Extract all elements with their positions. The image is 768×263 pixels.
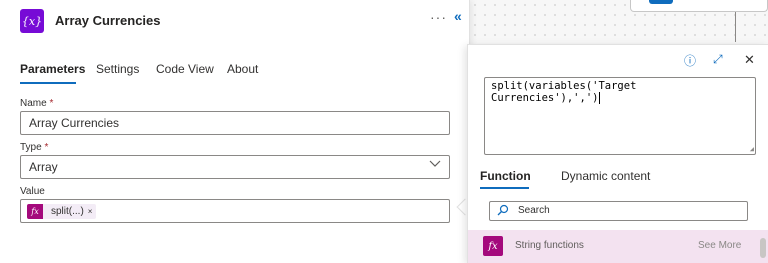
- variable-action-icon: {x}: [20, 9, 44, 33]
- expression-input[interactable]: split(variables('Target Currencies'),','…: [484, 77, 756, 155]
- value-field[interactable]: fx split(...) ×: [20, 199, 450, 223]
- tab-code-view[interactable]: Code View: [156, 62, 214, 76]
- expression-token[interactable]: fx split(...) ×: [27, 204, 97, 219]
- type-selected-value: Array: [29, 160, 58, 174]
- text-caret: [599, 92, 601, 104]
- active-tab-indicator: [20, 82, 76, 84]
- function-category-row[interactable]: fx String functions See More: [468, 230, 768, 263]
- type-label: Type *: [20, 142, 49, 153]
- tab-dynamic-content[interactable]: Dynamic content: [561, 169, 650, 183]
- canvas-action-card[interactable]: [630, 0, 768, 12]
- search-icon: [497, 204, 509, 219]
- function-category-label: String functions: [515, 240, 584, 251]
- value-label: Value: [20, 186, 45, 197]
- tab-settings[interactable]: Settings: [96, 62, 139, 76]
- expression-editor-popup: ⓘ ⤢ ✕ split(variables('Target Currencies…: [467, 44, 768, 263]
- name-field[interactable]: Array Currencies: [20, 111, 450, 135]
- flow-connector: [735, 12, 736, 42]
- close-icon[interactable]: ✕: [744, 52, 755, 68]
- remove-token-button[interactable]: ×: [88, 207, 97, 216]
- tab-parameters[interactable]: Parameters: [20, 62, 85, 76]
- string-function-icon: fx: [483, 236, 503, 256]
- chevron-down-icon: [429, 160, 441, 171]
- scrollbar-thumb[interactable]: [760, 238, 766, 258]
- collapse-panel-button[interactable]: «: [454, 8, 462, 24]
- active-popup-tab-indicator: [480, 187, 529, 189]
- see-more-link[interactable]: See More: [698, 240, 741, 251]
- token-label: split(...): [51, 206, 84, 217]
- tab-about[interactable]: About: [227, 62, 258, 76]
- function-search-input[interactable]: Search: [489, 201, 748, 221]
- type-dropdown[interactable]: Array: [20, 155, 450, 179]
- expression-text: split(variables('Target Currencies'),','…: [491, 80, 637, 104]
- expand-icon[interactable]: ⤢: [713, 52, 723, 67]
- action-properties-panel: {x} Array Currencies ··· « Parameters Se…: [0, 0, 470, 263]
- resize-handle-icon[interactable]: ◢: [750, 145, 754, 153]
- more-options-button[interactable]: ···: [430, 9, 447, 25]
- card-accent: [649, 0, 673, 4]
- search-placeholder: Search: [518, 205, 550, 216]
- function-icon: fx: [27, 204, 43, 219]
- info-icon[interactable]: ⓘ: [684, 52, 696, 69]
- name-label: Name *: [20, 98, 54, 109]
- tab-function[interactable]: Function: [480, 169, 531, 183]
- panel-header: {x} Array Currencies ··· «: [20, 8, 469, 37]
- panel-title[interactable]: Array Currencies: [55, 13, 161, 28]
- name-field-value: Array Currencies: [29, 116, 120, 130]
